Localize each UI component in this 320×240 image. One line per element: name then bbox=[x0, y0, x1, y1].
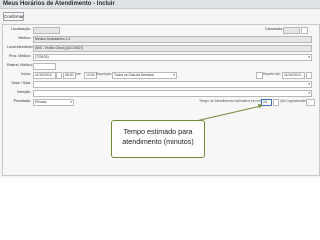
chevron-down-icon: ▾ bbox=[308, 91, 310, 95]
chevron-down-icon: ▾ bbox=[70, 100, 72, 104]
localizacao-field[interactable] bbox=[33, 27, 60, 34]
local-atendimento-label: Local Atendimento: bbox=[7, 45, 38, 49]
tempo-atendimento-field[interactable]: 15 bbox=[261, 99, 272, 106]
repeticao-select[interactable]: Todos os Dias da Semana ▾ bbox=[112, 72, 177, 79]
cancelado-checkbox[interactable] bbox=[301, 27, 308, 34]
repeticao-label: Repetição: bbox=[96, 72, 113, 76]
repeticao-value: Todos os Dias da Semana bbox=[114, 73, 154, 77]
qtd-atendentes-field[interactable] bbox=[306, 99, 315, 106]
prioridade-select[interactable]: Privado ▾ bbox=[33, 99, 74, 106]
calendar-icon[interactable] bbox=[306, 72, 312, 79]
rastreio-medico-label: Rastrei. Médico: bbox=[7, 63, 33, 67]
confirm-button[interactable]: Confirmar bbox=[3, 12, 24, 21]
prioridade-value: Privado bbox=[35, 100, 47, 104]
annotation-callout: Tempo estimado para atendimento (minutos… bbox=[111, 120, 205, 158]
medico-label: Médico: bbox=[18, 36, 31, 40]
inicio-date-field[interactable]: 11/10/2012 bbox=[33, 72, 56, 79]
inicio-time-from-field[interactable]: 08:00 bbox=[63, 72, 76, 79]
proc-medico-select[interactable]: (720103) ▾ bbox=[33, 54, 312, 61]
toolbar: Confirmar bbox=[0, 9, 320, 23]
setor-sala-select[interactable]: ▾ bbox=[33, 81, 312, 88]
cancelado-label: Cancelado: bbox=[265, 27, 284, 31]
rastreio-medico-field[interactable] bbox=[33, 63, 56, 70]
repetir-ate-field[interactable]: 11/10/2012 bbox=[282, 72, 305, 79]
selecao-select[interactable]: ▾ bbox=[33, 90, 312, 97]
proc-medico-label: Proc. Médico: bbox=[9, 54, 31, 58]
local-atendimento-field[interactable]: (500 - Teófilo Otoni) (AG-00007) bbox=[33, 45, 312, 52]
setor-sala-label: Setor / Sala: bbox=[11, 81, 31, 85]
tempo-checkbox[interactable] bbox=[273, 99, 279, 106]
inicio-label: Início: bbox=[21, 72, 31, 76]
ate-label: até bbox=[76, 72, 81, 76]
window-title: Meus Horários de Atendimento - Incluir bbox=[3, 1, 115, 7]
medico-field[interactable]: Medico Ambulatório 1.2 bbox=[33, 36, 312, 43]
proc-medico-value: (720103) bbox=[35, 55, 49, 59]
localizacao-label: Localização: bbox=[11, 27, 31, 31]
repetir-ate-label: Repetir Até: bbox=[263, 72, 281, 76]
cancelado-field[interactable] bbox=[283, 27, 300, 34]
callout-text: Tempo estimado para atendimento (minutos… bbox=[122, 127, 194, 146]
chevron-down-icon: ▾ bbox=[308, 82, 310, 86]
calendar-icon[interactable] bbox=[56, 72, 62, 79]
chevron-down-icon: ▾ bbox=[308, 55, 310, 59]
chevron-down-icon: ▾ bbox=[173, 73, 175, 77]
tempo-atendimento-label: Tempo de Atendimento estimativa em minut… bbox=[199, 99, 270, 103]
prioridade-label: Prioridade: bbox=[13, 99, 31, 103]
repetir-checkbox[interactable] bbox=[256, 72, 263, 79]
selecao-label: Seleção: bbox=[17, 90, 31, 94]
title-bar: Meus Horários de Atendimento - Incluir bbox=[0, 0, 320, 9]
